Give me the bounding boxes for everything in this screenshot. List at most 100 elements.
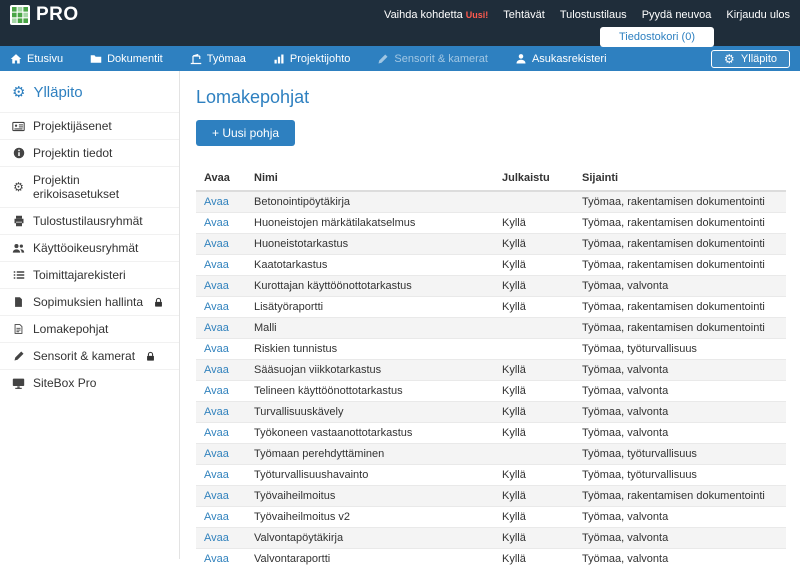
nav-item-sensorit[interactable]: Sensorit & kamerat xyxy=(377,53,488,65)
open-link[interactable]: Avaa xyxy=(204,553,229,565)
nav-label: Dokumentit xyxy=(107,53,163,65)
cell-nimi: Työturvallisuushavainto xyxy=(246,465,494,486)
main-content: Lomakepohjat + Uusi pohja Avaa Nimi Julk… xyxy=(180,71,800,559)
cell-avaa: Avaa xyxy=(196,402,246,423)
open-link[interactable]: Avaa xyxy=(204,427,229,439)
cell-sijainti: Työmaa, valvonta xyxy=(574,423,786,444)
open-link[interactable]: Avaa xyxy=(204,217,229,229)
cell-sijainti: Työmaa, rakentamisen dokumentointi xyxy=(574,191,786,213)
sidebar-item-label: Lomakepohjat xyxy=(33,322,108,336)
topbar: PRO Vaihda kohdetta Uusi! Tehtävät Tulos… xyxy=(0,0,800,46)
cell-julkaistu: Kyllä xyxy=(494,276,574,297)
open-link[interactable]: Avaa xyxy=(204,301,229,313)
crane-icon xyxy=(190,53,202,65)
open-link[interactable]: Avaa xyxy=(204,490,229,502)
table-row: AvaaRiskien tunnistusTyömaa, työturvalli… xyxy=(196,339,786,360)
sidebar-item-toimittajarekisteri[interactable]: Toimittajarekisteri xyxy=(0,261,179,288)
cell-julkaistu: Kyllä xyxy=(494,465,574,486)
sidebar-item-erikoisasetukset[interactable]: ⚙ Projektin erikoisasetukset xyxy=(0,166,179,207)
folder-icon xyxy=(90,53,102,65)
sidebar-item-sopimuksien-hallinta[interactable]: Sopimuksien hallinta xyxy=(0,288,179,315)
open-link[interactable]: Avaa xyxy=(204,406,229,418)
cell-avaa: Avaa xyxy=(196,234,246,255)
print-order-link[interactable]: Tulostustilaus xyxy=(560,9,627,21)
col-header-julkaistu: Julkaistu xyxy=(494,166,574,191)
nav-item-yllapito[interactable]: ⚙ Ylläpito xyxy=(711,50,790,68)
pencil-icon xyxy=(377,53,389,65)
table-row: AvaaTyökoneen vastaanottotarkastusKylläT… xyxy=(196,423,786,444)
sidebar-item-projektin-tiedot[interactable]: Projektin tiedot xyxy=(0,139,179,166)
cell-sijainti: Työmaa, valvonta xyxy=(574,528,786,549)
table-row: AvaaTurvallisuuskävelyKylläTyömaa, valvo… xyxy=(196,402,786,423)
nav-item-tyomaa[interactable]: Työmaa xyxy=(190,53,246,65)
cell-nimi: Telineen käyttöönottotarkastus xyxy=(246,381,494,402)
cell-julkaistu xyxy=(494,339,574,360)
open-link[interactable]: Avaa xyxy=(204,511,229,523)
open-link[interactable]: Avaa xyxy=(204,448,229,460)
col-header-sijainti: Sijainti xyxy=(574,166,786,191)
cell-sijainti: Työmaa, rakentamisen dokumentointi xyxy=(574,297,786,318)
table-row: AvaaKurottajan käyttöönottotarkastusKyll… xyxy=(196,276,786,297)
sidebar-item-lomakepohjat[interactable]: Lomakepohjat xyxy=(0,315,179,342)
new-template-button[interactable]: + Uusi pohja xyxy=(196,120,295,146)
open-link[interactable]: Avaa xyxy=(204,364,229,376)
cell-sijainti: Työmaa, valvonta xyxy=(574,381,786,402)
lock-icon xyxy=(153,297,164,308)
cell-julkaistu: Kyllä xyxy=(494,381,574,402)
open-link[interactable]: Avaa xyxy=(204,343,229,355)
users-icon xyxy=(12,242,25,255)
cell-nimi: Turvallisuuskävely xyxy=(246,402,494,423)
open-link[interactable]: Avaa xyxy=(204,259,229,271)
table-body: AvaaBetonointipöytäkirjaTyömaa, rakentam… xyxy=(196,191,786,569)
open-link[interactable]: Avaa xyxy=(204,385,229,397)
ask-advice-link[interactable]: Pyydä neuvoa xyxy=(642,9,712,21)
list-icon xyxy=(12,269,25,282)
cell-sijainti: Työmaa, rakentamisen dokumentointi xyxy=(574,318,786,339)
open-link[interactable]: Avaa xyxy=(204,196,229,208)
table-row: AvaaMalliTyömaa, rakentamisen dokumentoi… xyxy=(196,318,786,339)
cell-nimi: Sääsuojan viikkotarkastus xyxy=(246,360,494,381)
cell-julkaistu: Kyllä xyxy=(494,234,574,255)
sidebar-item-label: Projektin tiedot xyxy=(33,146,112,160)
templates-table: Avaa Nimi Julkaistu Sijainti AvaaBetonoi… xyxy=(196,166,786,569)
table-row: AvaaSääsuojan viikkotarkastusKylläTyömaa… xyxy=(196,360,786,381)
printer-icon xyxy=(12,215,25,228)
topbar-links: Vaihda kohdetta Uusi! Tehtävät Tulostust… xyxy=(384,9,790,21)
sidebar-item-sitebox-pro[interactable]: SiteBox Pro xyxy=(0,369,179,396)
sidebar-item-tulostustilausryhmat[interactable]: Tulostustilausryhmät xyxy=(0,207,179,234)
cell-nimi: Valvontapöytäkirja xyxy=(246,528,494,549)
tasks-link[interactable]: Tehtävät xyxy=(503,9,545,21)
nav-item-dokumentit[interactable]: Dokumentit xyxy=(90,53,163,65)
open-link[interactable]: Avaa xyxy=(204,322,229,334)
cell-avaa: Avaa xyxy=(196,318,246,339)
nav-label: Ylläpito xyxy=(741,53,777,65)
open-link[interactable]: Avaa xyxy=(204,532,229,544)
nav-label: Etusivu xyxy=(27,53,63,65)
change-site-link[interactable]: Vaihda kohdetta xyxy=(384,9,463,21)
sidebar-item-label: Sensorit & kamerat xyxy=(33,349,135,363)
nav-item-projektijohto[interactable]: Projektijohto xyxy=(273,53,351,65)
open-link[interactable]: Avaa xyxy=(204,238,229,250)
nav-label: Sensorit & kamerat xyxy=(394,53,488,65)
cell-nimi: Kaatotarkastus xyxy=(246,255,494,276)
cell-avaa: Avaa xyxy=(196,360,246,381)
cell-nimi: Huoneistojen märkätilakatselmus xyxy=(246,213,494,234)
open-link[interactable]: Avaa xyxy=(204,280,229,292)
cell-julkaistu: Kyllä xyxy=(494,402,574,423)
logout-link[interactable]: Kirjaudu ulos xyxy=(726,9,790,21)
cell-julkaistu: Kyllä xyxy=(494,255,574,276)
nav-item-etusivu[interactable]: Etusivu xyxy=(10,53,63,65)
info-icon xyxy=(12,147,25,160)
cell-nimi: Työvaiheilmoitus v2 xyxy=(246,507,494,528)
file-basket-button[interactable]: Tiedostokori (0) xyxy=(600,27,714,47)
cell-avaa: Avaa xyxy=(196,276,246,297)
nav-item-asukasrekisteri[interactable]: Asukasrekisteri xyxy=(515,53,607,65)
sidebar-item-kayttooikeusryhmat[interactable]: Käyttöoikeusryhmät xyxy=(0,234,179,261)
app-logo[interactable]: PRO xyxy=(10,4,79,26)
cell-sijainti: Työmaa, työturvallisuus xyxy=(574,444,786,465)
sidebar-item-sensorit-kamerat[interactable]: Sensorit & kamerat xyxy=(0,342,179,369)
open-link[interactable]: Avaa xyxy=(204,469,229,481)
sidebar-item-projektijasenet[interactable]: Projektijäsenet xyxy=(0,112,179,139)
cell-avaa: Avaa xyxy=(196,423,246,444)
cell-julkaistu xyxy=(494,318,574,339)
